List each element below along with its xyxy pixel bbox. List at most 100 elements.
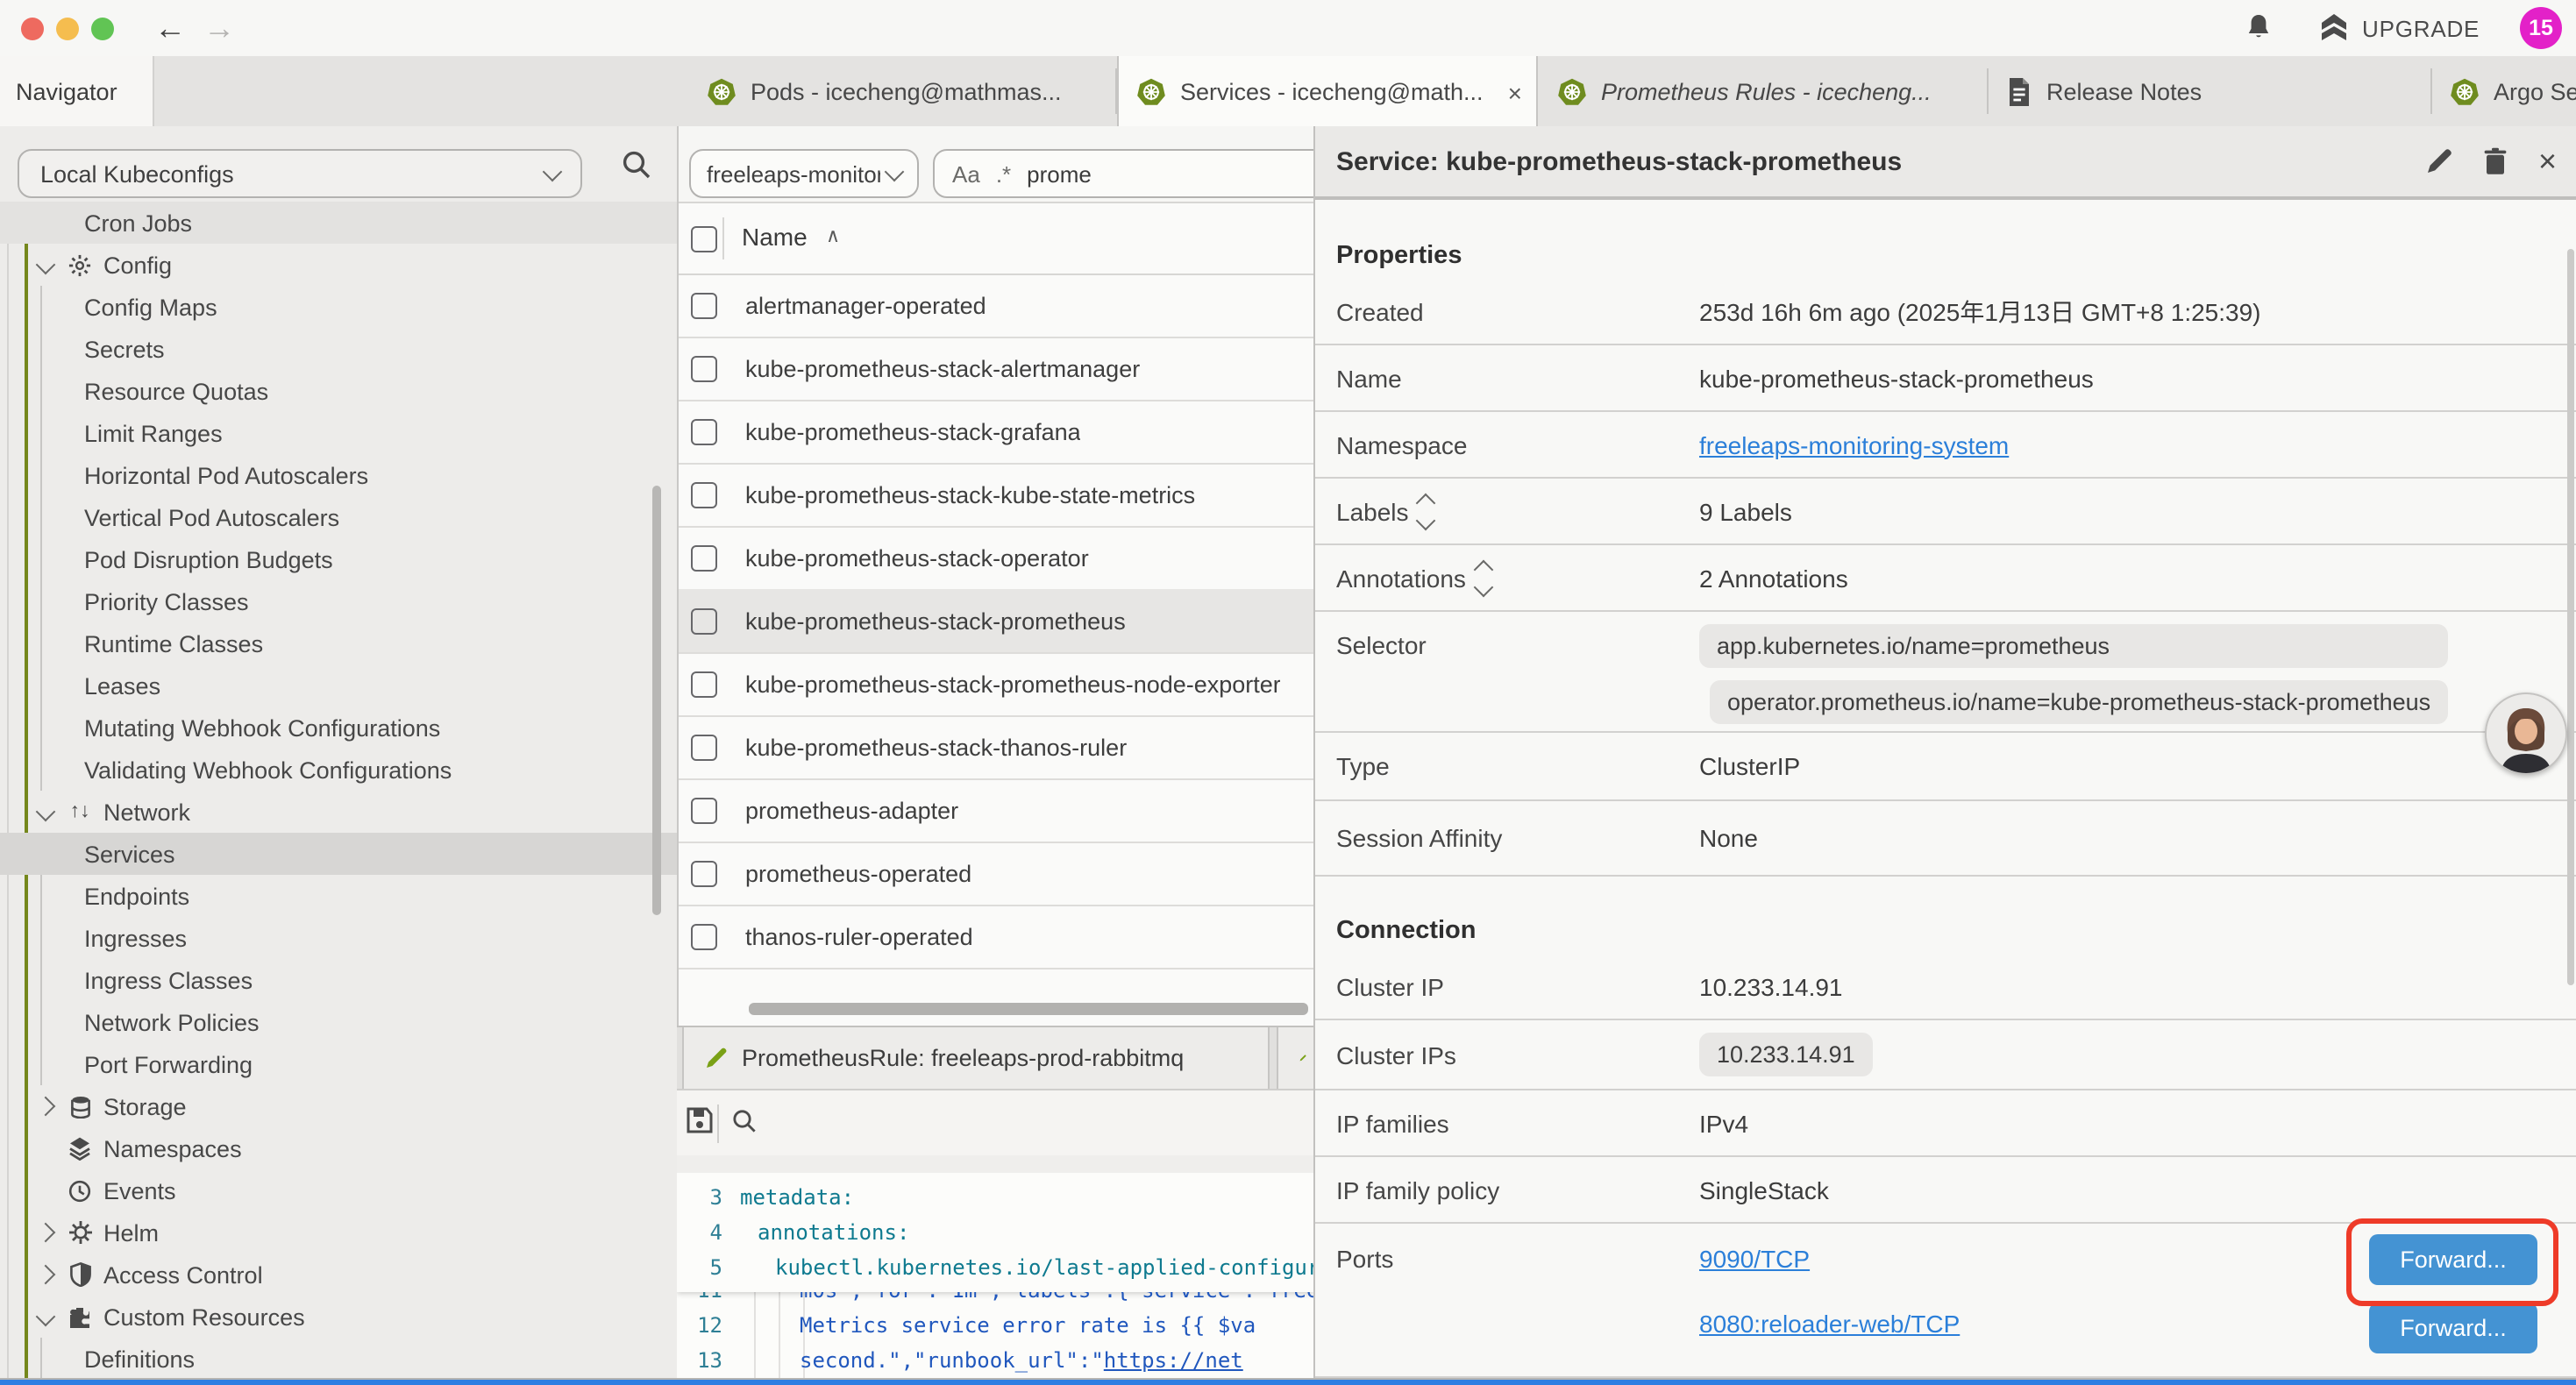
sidebar-item-config[interactable]: Config [0,244,677,286]
sidebar-item-resource-quotas[interactable]: Resource Quotas [0,370,677,412]
runbook-url-link[interactable]: https://net [1104,1348,1243,1373]
row-checkbox[interactable] [691,292,717,318]
sidebar-item-access-control[interactable]: Access Control [0,1254,677,1296]
table-row[interactable]: kube-prometheus-stack-alertmanager [679,337,1315,401]
forward-button-8080[interactable]: Forward... [2369,1303,2537,1353]
list-horizontal-scrollbar[interactable] [749,1003,1308,1015]
tab-pods[interactable]: Pods - icecheng@mathmas... [689,56,1117,126]
sidebar-item-endpoints[interactable]: Endpoints [0,875,677,917]
sidebar-item-priority-classes[interactable]: Priority Classes [0,580,677,622]
tab-release-notes[interactable]: Release Notes [1989,56,2432,126]
sort-ascending-icon[interactable]: ∧ [826,224,840,247]
yaml-editor[interactable]: 12Metrics service error rate is {{ $va 1… [677,1173,1313,1380]
row-checkbox[interactable] [691,481,717,508]
port-link-8080[interactable]: 8080:reloader-web/TCP [1699,1310,1960,1338]
edit-pencil-icon[interactable] [2426,147,2454,175]
row-checkbox[interactable] [691,923,717,949]
row-checkbox[interactable] [691,734,717,760]
window-close-button[interactable] [21,17,44,39]
select-all-checkbox[interactable] [691,226,717,252]
annotations-count[interactable]: 2 Annotations [1699,564,1848,592]
sidebar-item-limit-ranges[interactable]: Limit Ranges [0,412,677,454]
row-checkbox[interactable] [691,607,717,634]
namespace-link[interactable]: freeleaps-monitoring-system [1699,430,2009,458]
table-row[interactable]: alertmanager-operated [679,273,1315,338]
sidebar-item-definitions[interactable]: Definitions [0,1338,677,1378]
row-checkbox[interactable] [691,418,717,444]
notifications-bell-icon[interactable] [2245,12,2273,42]
kubeconfig-selector[interactable]: Local Kubeconfigs [18,149,582,198]
save-icon[interactable] [686,1106,714,1134]
annotations-row: Annotations 2 Annotations [1315,545,2576,612]
expand-collapse-icon[interactable] [1477,562,1491,593]
close-icon[interactable]: × [2538,146,2557,177]
sidebar-item-services[interactable]: Services [0,833,677,875]
sidebar-item-storage[interactable]: Storage [0,1085,677,1127]
sidebar-item-config-maps[interactable]: Config Maps [0,286,677,328]
sidebar-item-port-forwarding[interactable]: Port Forwarding [0,1043,677,1085]
sidebar-item-namespaces[interactable]: Namespaces [0,1127,677,1169]
tab-prometheus-rules[interactable]: Prometheus Rules - icecheng... [1540,56,1989,126]
sidebar-scrollbar[interactable] [652,486,661,915]
match-case-toggle[interactable]: Aa [952,160,980,187]
table-row[interactable]: kube-prometheus-stack-grafana [679,400,1315,465]
detail-scrollbar[interactable] [2567,249,2574,985]
regex-toggle[interactable]: .* [996,160,1011,187]
kubernetes-icon [1136,77,1166,107]
sidebar-item-horizontal-pod-autoscalers[interactable]: Horizontal Pod Autoscalers [0,454,677,496]
table-row[interactable]: kube-prometheus-stack-operator [679,526,1315,591]
row-checkbox[interactable] [691,355,717,381]
editor-search-icon[interactable] [731,1108,758,1134]
expand-collapse-icon[interactable] [1420,495,1434,527]
namespace-selector[interactable]: freeleaps-monitoring-system [689,149,919,198]
editor-tab-label: PrometheusRule: freeleaps-prod-rabbitmq [742,1045,1184,1071]
sidebar-item-validating-webhook-configurations[interactable]: Validating Webhook Configurations [0,749,677,791]
sidebar-item-helm[interactable]: Helm [0,1211,677,1254]
window-zoom-button[interactable] [91,17,114,39]
sidebar-item-vertical-pod-autoscalers[interactable]: Vertical Pod Autoscalers [0,496,677,538]
sidebar-item-pod-disruption-budgets[interactable]: Pod Disruption Budgets [0,538,677,580]
sidebar-item-network-policies[interactable]: Network Policies [0,1001,677,1043]
table-row[interactable]: kube-prometheus-stack-prometheus-node-ex… [679,652,1315,717]
sidebar-item-secrets[interactable]: Secrets [0,328,677,370]
table-row[interactable]: kube-prometheus-stack-kube-state-metrics [679,463,1315,528]
row-checkbox[interactable] [691,860,717,886]
port-link-9090[interactable]: 9090/TCP [1699,1245,1960,1273]
selector-chip: app.kubernetes.io/name=prometheus [1699,624,2448,668]
assistant-avatar[interactable] [2485,692,2567,775]
sidebar-item-runtime-classes[interactable]: Runtime Classes [0,622,677,664]
tab-close-icon[interactable]: × [1508,78,1522,106]
navigator-panel-tab[interactable]: Navigator [0,56,154,126]
sidebar-item-ingress-classes[interactable]: Ingress Classes [0,959,677,1001]
table-row-selected[interactable]: kube-prometheus-stack-prometheus [679,589,1315,654]
table-row[interactable]: prometheus-adapter [679,778,1315,843]
delete-trash-icon[interactable] [2484,147,2508,175]
row-checkbox[interactable] [691,544,717,571]
sticky-scroll-lines: 3metadata: 4annotations: 5kubectl.kubern… [677,1173,1313,1292]
back-button[interactable]: ← [154,5,186,51]
list-search-input[interactable]: Aa .* prome [933,149,1315,198]
sidebar-search-icon[interactable] [621,149,652,181]
sidebar-item-events[interactable]: Events [0,1169,677,1211]
row-checkbox[interactable] [691,671,717,697]
code-line: 3metadata: [677,1180,1313,1215]
sidebar-item-mutating-webhook-configurations[interactable]: Mutating Webhook Configurations [0,707,677,749]
tab-argo[interactable]: Argo Se [2432,56,2576,126]
notification-count-badge[interactable]: 15 [2520,7,2562,49]
editor-tab-prometheusrule[interactable]: PrometheusRule: freeleaps-prod-rabbitmq [682,1027,1270,1089]
upgrade-button[interactable]: UPGRADE [2318,12,2480,44]
table-row[interactable]: kube-prometheus-stack-thanos-ruler [679,715,1315,780]
row-checkbox[interactable] [691,797,717,823]
tab-services[interactable]: Services - icecheng@math... × [1117,56,1538,128]
table-row[interactable]: thanos-ruler-operated [679,905,1315,970]
sidebar-item-cron-jobs[interactable]: Cron Jobs [0,202,677,244]
column-header-name[interactable]: Name [742,223,808,251]
window-minimize-button[interactable] [56,17,79,39]
sidebar-item-ingresses[interactable]: Ingresses [0,917,677,959]
table-row[interactable]: prometheus-operated [679,842,1315,906]
sidebar-item-network[interactable]: ↑↓Network [0,791,677,833]
forward-button[interactable]: → [203,5,235,51]
labels-count[interactable]: 9 Labels [1699,497,1792,525]
sidebar-item-leases[interactable]: Leases [0,664,677,707]
sidebar-item-custom-resources[interactable]: Custom Resources [0,1296,677,1338]
